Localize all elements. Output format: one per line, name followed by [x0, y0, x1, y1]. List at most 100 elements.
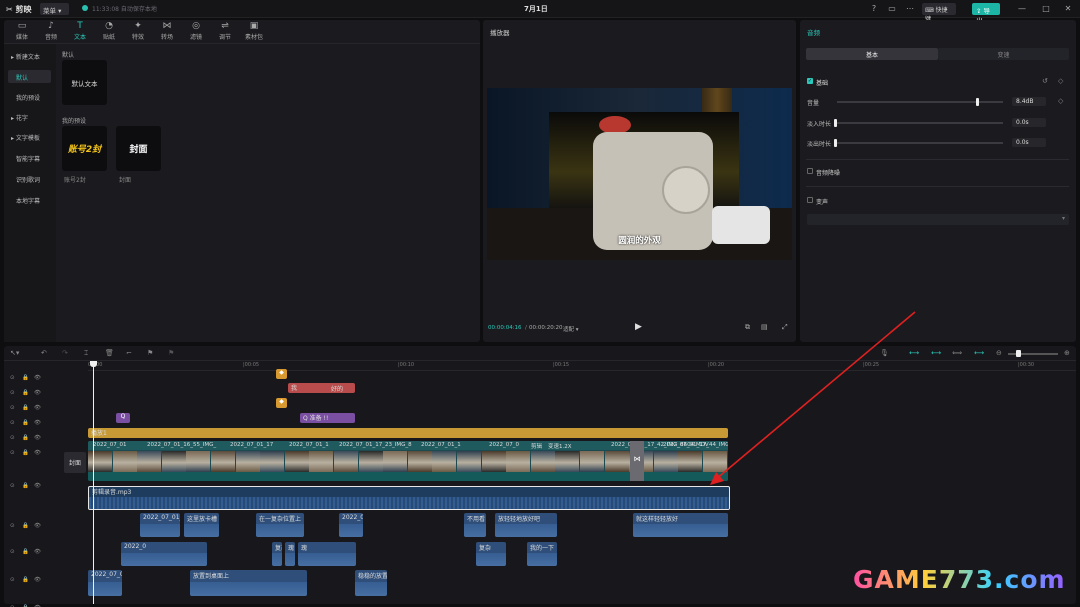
audio-clip[interactable]: 我的一下	[527, 542, 557, 566]
audio-clip-label: 复杂	[479, 545, 492, 552]
voice-change-label: 变声	[816, 199, 829, 206]
tab-filter[interactable]: ◎ 滤镜	[182, 21, 210, 41]
menu-button[interactable]: 菜单 ▾	[40, 3, 69, 15]
volume-value[interactable]: 8.4dB	[1012, 97, 1046, 106]
help-icon[interactable]: ?	[868, 3, 880, 15]
chevron-down-icon: ▾	[58, 7, 62, 15]
default-text-tile[interactable]: 默认文本	[62, 60, 107, 105]
keyframe-icon[interactable]: ◇	[1058, 77, 1063, 85]
audio-clip-label: 复杂的东西	[275, 545, 282, 552]
preset-caption-cover: 封面	[119, 177, 132, 184]
material-pack-icon: ▣	[249, 21, 259, 31]
sidebar-item-7[interactable]: 本地字幕	[8, 193, 51, 206]
sidebar-item-label: 识别歌词	[16, 177, 41, 184]
audio-clip[interactable]: 2022_07_01_1	[140, 513, 180, 537]
fade-out-handle[interactable]	[834, 139, 837, 147]
fade-out-value[interactable]: 0.0s	[1012, 138, 1046, 147]
audio-waveform	[464, 523, 486, 537]
shortcut-button[interactable]: ⌨ 快捷键	[922, 3, 956, 23]
volume-slider-handle[interactable]	[976, 98, 979, 106]
audio-clip[interactable]: 2022_0	[121, 542, 207, 566]
audio-waveform	[190, 581, 307, 596]
tab-speed[interactable]: 变速	[938, 48, 1069, 60]
library-panel: ▭ 媒体 ♪ 音频 T 文本 ◔ 贴纸 ✦ 特效 ⋈ 转场 ◎ 滤镜 ⇌ 调节 ▣ 素材包 ▸ 新建文本默认我的预…	[4, 20, 480, 342]
settings-icon[interactable]: ⋯	[904, 3, 916, 15]
audio-clip[interactable]: 2022_07	[339, 513, 363, 537]
sidebar-item-5[interactable]: 智能字幕	[8, 151, 51, 164]
audio-clip[interactable]: 复杂的东西	[272, 542, 282, 566]
preset-tile-cover[interactable]: 封面	[116, 126, 161, 171]
audio-waveform	[272, 552, 282, 566]
maximize-icon[interactable]: □	[1040, 3, 1052, 15]
audio-clip[interactable]: 稳稳的放置	[355, 570, 387, 596]
voice-change-select[interactable]: ▾	[807, 214, 1069, 225]
app-name: 剪映	[15, 5, 32, 14]
title-bar: ✂ 剪映 菜单 ▾ 11:33:08 自动保存本地 7月1日 ? ▭ ⋯ ⌨ 快…	[0, 0, 1080, 25]
audio-clip[interactable]: 瑰	[285, 542, 295, 566]
sidebar-item-4[interactable]: ▸ 文字模板	[8, 130, 51, 143]
audio-clip-label: 我的一下	[530, 545, 555, 552]
tab-label: 转场	[160, 34, 173, 41]
denoise-checkbox[interactable]	[807, 168, 813, 174]
audio-clip-label: 放置到桌面上	[193, 573, 230, 580]
basic-checkbox[interactable]: ✓	[807, 78, 813, 84]
inspector-panel: 音频 基本 变速 ✓ 基础 ↺ ◇ 音量 8.4dB ◇ 淡入时长 0.0s 淡…	[800, 20, 1076, 342]
tab-adjust[interactable]: ⇌ 调节	[211, 21, 239, 41]
fade-out-slider[interactable]	[837, 142, 1003, 144]
layout-icon[interactable]: ▭	[886, 3, 898, 15]
audio-clip-label: 不用看	[467, 516, 486, 523]
audio-waveform	[339, 523, 363, 537]
divider	[806, 159, 1069, 160]
sidebar-item-label: 默认	[16, 75, 29, 82]
fade-in-handle[interactable]	[834, 119, 837, 127]
ratio-select[interactable]: 适配 ▾	[563, 325, 579, 333]
preset-tile-account[interactable]: 账号2封	[62, 126, 107, 171]
audio-clip[interactable]: 不用看	[464, 513, 486, 537]
tab-audio[interactable]: ♪ 音频	[37, 21, 65, 41]
tab-media[interactable]: ▭ 媒体	[8, 21, 36, 41]
play-icon[interactable]: ▶	[635, 322, 642, 332]
audio-clip[interactable]: 就这样轻轻放好	[633, 513, 728, 537]
sidebar-item-6[interactable]: 识别歌词	[8, 172, 51, 185]
audio-clip-label: 2022_07	[342, 514, 363, 521]
playhead-handle[interactable]	[90, 361, 97, 367]
audio-waveform	[256, 523, 304, 537]
transition-icon: ⋈	[162, 21, 172, 31]
playhead[interactable]	[93, 361, 94, 604]
close-icon[interactable]: ✕	[1062, 3, 1074, 15]
tab-text[interactable]: T 文本	[66, 21, 94, 41]
divider	[806, 186, 1069, 187]
sidebar-item-3[interactable]: ▸ 花字	[8, 110, 51, 123]
volume-keyframe-icon[interactable]: ◇	[1058, 97, 1063, 105]
reset-icon[interactable]: ↺	[1042, 77, 1048, 85]
keyboard-icon: ⌨	[925, 7, 934, 14]
sidebar-item-0[interactable]: ▸ 新建文本	[8, 49, 51, 62]
audio-clip[interactable]: 复杂	[476, 542, 506, 566]
audio-clip[interactable]: 在一复杂位置上	[256, 513, 304, 537]
sidebar-item-2[interactable]: 我的预设	[8, 90, 51, 103]
minimize-icon[interactable]: —	[1016, 3, 1028, 15]
sidebar-item-1[interactable]: 默认	[8, 70, 51, 83]
audio-clip[interactable]: 放轻轻地放好吧	[495, 513, 557, 537]
audio-clip[interactable]: 这里放卡槽	[184, 513, 219, 537]
audio-clip[interactable]: 放置到桌面上	[190, 570, 307, 596]
tab-transition[interactable]: ⋈ 转场	[153, 21, 181, 41]
export-button[interactable]: ⇪ 导出	[972, 3, 1000, 25]
tab-basic[interactable]: 基本	[806, 48, 938, 60]
audio-waveform	[495, 523, 557, 537]
save-status-icon	[82, 5, 88, 11]
tab-material-pack[interactable]: ▣ 素材包	[240, 21, 268, 41]
tab-sticker[interactable]: ◔ 贴纸	[95, 21, 123, 41]
fade-in-value[interactable]: 0.0s	[1012, 118, 1046, 127]
tab-effects[interactable]: ✦ 特效	[124, 21, 152, 41]
audio-clip-label: 瑰	[288, 545, 295, 552]
fade-in-slider[interactable]	[837, 122, 1003, 124]
video-preview[interactable]: 圆润的外观	[487, 88, 792, 260]
voice-change-checkbox[interactable]	[807, 197, 813, 203]
adjust-icon: ⇌	[221, 21, 229, 31]
tab-label: 特效	[131, 34, 144, 41]
audio-waveform	[355, 581, 387, 596]
audio-waveform	[184, 523, 219, 537]
tab-label: 调节	[218, 34, 231, 41]
audio-clip[interactable]: 瑰	[298, 542, 356, 566]
